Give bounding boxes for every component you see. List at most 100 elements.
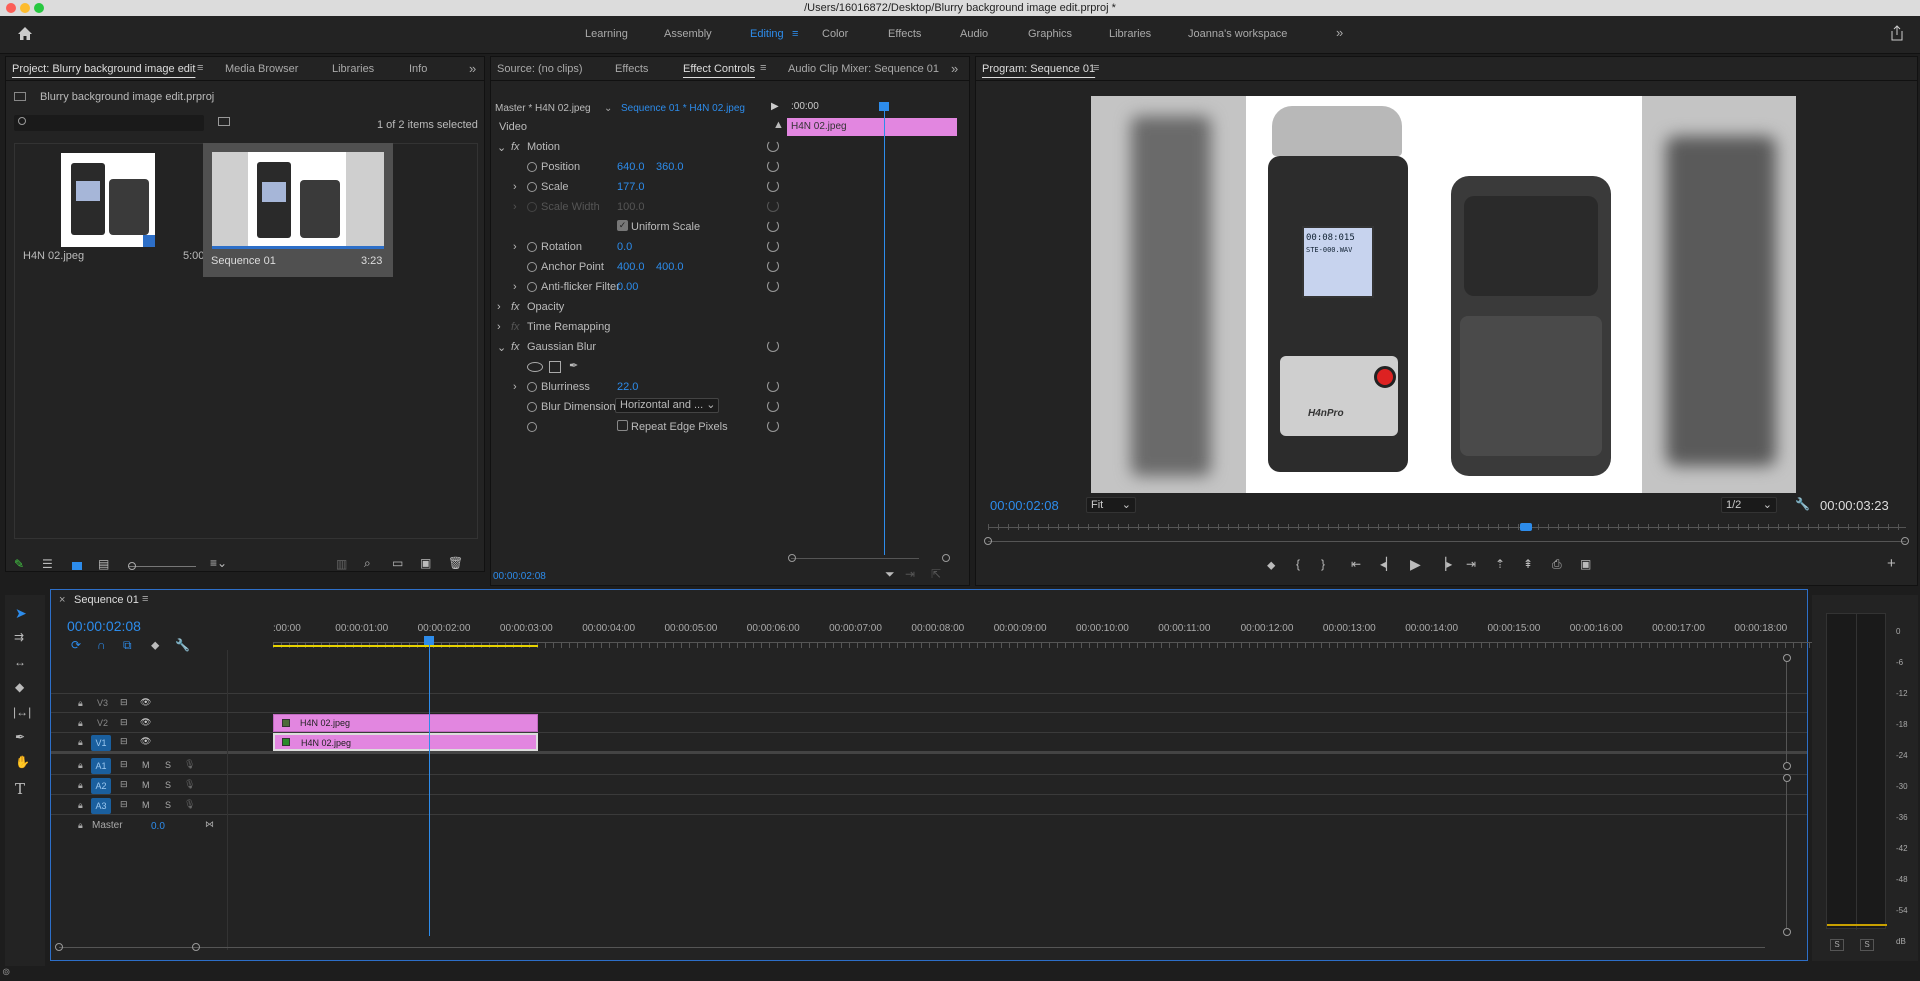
eye-icon[interactable]: 👁︎: [140, 697, 151, 708]
snap-magnet-icon[interactable]: ∩: [97, 638, 106, 652]
fx-icon[interactable]: fx: [511, 341, 520, 353]
ellipse-mask-icon[interactable]: [527, 362, 543, 372]
reset-icon[interactable]: [767, 280, 779, 292]
new-search-bin-icon[interactable]: [218, 117, 230, 126]
tab-project[interactable]: Project: Blurry background image edit: [12, 63, 195, 75]
linked-selection-icon[interactable]: ⧉: [123, 638, 132, 653]
track-label-v2[interactable]: V2: [97, 718, 108, 728]
timeline-playhead-handle[interactable]: [424, 636, 434, 645]
ec-zoom-handle-left[interactable]: [788, 554, 796, 562]
reset-icon[interactable]: [767, 220, 779, 232]
tab-effects[interactable]: Effects: [615, 63, 648, 75]
uniform-scale-checkbox[interactable]: ✓: [617, 220, 628, 231]
position-y[interactable]: 360.0: [656, 161, 684, 173]
time-remapping-row[interactable]: › fx Time Remapping: [495, 319, 785, 335]
anchor-y[interactable]: 400.0: [656, 261, 684, 273]
project-menu-icon[interactable]: ≡: [197, 62, 203, 74]
writable-pencil-icon[interactable]: ✎: [14, 557, 24, 571]
zoom-handle-left[interactable]: [984, 537, 992, 545]
home-icon[interactable]: [17, 26, 33, 41]
close-sequence-icon[interactable]: ×: [59, 594, 65, 606]
fx-icon[interactable]: fx: [511, 301, 520, 313]
expand-icon[interactable]: ›: [513, 181, 517, 193]
trash-icon[interactable]: 🗑: [448, 556, 463, 570]
ec-zoom-bar[interactable]: [791, 558, 919, 559]
export-frame-camera-icon[interactable]: ⎙: [1552, 557, 1562, 572]
solo-right-button[interactable]: S: [1860, 939, 1874, 951]
antiflicker-value[interactable]: 0.00: [617, 281, 638, 293]
pen-tool-icon[interactable]: ✒: [15, 730, 25, 744]
workspace-joanna[interactable]: Joanna's workspace: [1188, 28, 1287, 40]
h-scroll-right-handle[interactable]: [192, 943, 200, 951]
stopwatch-icon[interactable]: [527, 282, 537, 292]
go-to-out-icon[interactable]: ⇥: [1466, 557, 1476, 571]
master-dropdown-icon[interactable]: ⌄: [604, 103, 612, 114]
go-to-in-icon[interactable]: ⇤: [1351, 557, 1361, 571]
workspace-assembly[interactable]: Assembly: [664, 28, 712, 40]
step-forward-icon[interactable]: ▕▸: [1437, 557, 1452, 571]
fit-select[interactable]: Fit ⌄: [1086, 497, 1136, 513]
selection-tool-icon[interactable]: ➤: [15, 605, 27, 622]
repeat-edge-checkbox[interactable]: [617, 420, 628, 431]
reset-icon[interactable]: [767, 380, 779, 392]
a-scroll-top-handle[interactable]: [1783, 774, 1791, 782]
position-x[interactable]: 640.0: [617, 161, 645, 173]
razor-tool-icon[interactable]: ◆: [15, 680, 24, 694]
master-volume[interactable]: 0.0: [151, 821, 165, 832]
track-label-a2[interactable]: A2: [91, 778, 111, 794]
mute-button[interactable]: M: [142, 780, 150, 790]
work-area-bar[interactable]: [273, 645, 538, 647]
mic-icon[interactable]: 🎙︎: [184, 799, 195, 810]
panel-overflow-icon[interactable]: »: [951, 61, 958, 76]
close-window-button[interactable]: [6, 3, 16, 13]
icon-view-icon[interactable]: [72, 562, 82, 570]
sync-lock-icon[interactable]: ⊟: [120, 736, 128, 747]
new-item-icon[interactable]: ▣: [420, 556, 431, 570]
stopwatch-icon[interactable]: [527, 162, 537, 172]
track-select-tool-icon[interactable]: ⇉: [14, 630, 24, 644]
a-scroll-bottom-handle[interactable]: [1783, 928, 1791, 936]
program-zoom-bar[interactable]: [988, 541, 1906, 542]
zoom-slider[interactable]: [128, 566, 196, 567]
button-editor-plus-icon[interactable]: +: [1887, 555, 1896, 572]
freeform-view-icon[interactable]: ▤: [98, 557, 109, 571]
add-marker-icon[interactable]: ⬥: [1267, 558, 1275, 573]
v-scroll-top-handle[interactable]: [1783, 654, 1791, 662]
clip-v1[interactable]: H4N 02.jpeg: [273, 733, 538, 751]
solo-button[interactable]: S: [165, 760, 171, 770]
list-view-icon[interactable]: ☰: [42, 557, 53, 571]
workspace-color[interactable]: Color: [822, 28, 848, 40]
program-timecode[interactable]: 00:00:02:08: [990, 498, 1059, 513]
solo-button[interactable]: S: [165, 780, 171, 790]
mic-icon[interactable]: 🎙︎: [184, 779, 195, 790]
new-bin-icon[interactable]: ▭: [392, 556, 403, 570]
rectangle-mask-icon[interactable]: [549, 361, 561, 373]
sync-lock-icon[interactable]: ⊟: [120, 697, 128, 708]
reset-icon[interactable]: [767, 180, 779, 192]
workspace-graphics[interactable]: Graphics: [1028, 28, 1072, 40]
ec-playhead[interactable]: [884, 105, 885, 555]
mute-button[interactable]: M: [142, 800, 150, 810]
fx-icon[interactable]: fx: [511, 141, 520, 153]
tab-sequence[interactable]: Sequence 01: [74, 594, 139, 606]
lock-icon[interactable]: 🔒︎: [78, 820, 83, 831]
solo-button[interactable]: S: [165, 800, 171, 810]
mark-in-icon[interactable]: {: [1296, 557, 1300, 571]
comparison-view-icon[interactable]: ▣: [1580, 557, 1591, 571]
workspace-effects[interactable]: Effects: [888, 28, 921, 40]
tab-audio-clip-mixer[interactable]: Audio Clip Mixer: Sequence 01: [788, 63, 939, 75]
h-scroll-left-handle[interactable]: [55, 943, 63, 951]
lock-icon[interactable]: 🔒︎: [78, 760, 83, 771]
project-item-h4n[interactable]: H4N 02.jpeg 5:00: [21, 144, 204, 262]
slip-tool-icon[interactable]: |↔|: [13, 705, 31, 719]
nest-icon[interactable]: ⟳: [71, 638, 81, 652]
reset-icon[interactable]: [767, 420, 779, 432]
type-tool-icon[interactable]: T: [15, 780, 25, 798]
tab-source[interactable]: Source: (no clips): [497, 63, 583, 75]
hand-tool-icon[interactable]: ✋: [15, 755, 30, 769]
stopwatch-icon[interactable]: [527, 182, 537, 192]
ec-clip-bar[interactable]: H4N 02.jpeg: [787, 118, 957, 136]
blur-dimensions-select[interactable]: Horizontal and ... ⌄: [615, 398, 719, 413]
workspace-learning[interactable]: Learning: [585, 28, 628, 40]
clip-v2[interactable]: H4N 02.jpeg: [273, 714, 538, 732]
